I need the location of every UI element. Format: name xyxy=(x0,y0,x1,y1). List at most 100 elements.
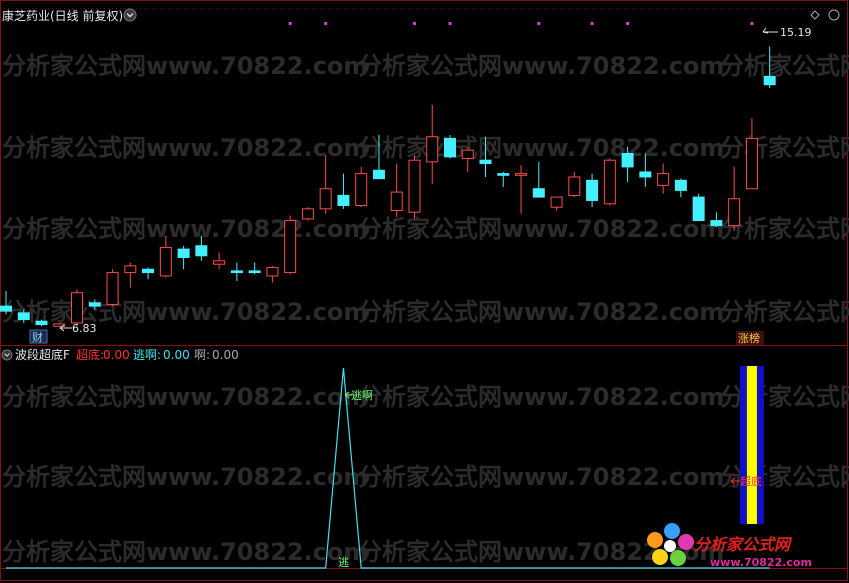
high-price-label: 15.19 xyxy=(780,26,812,39)
candle xyxy=(301,207,314,221)
candle-body xyxy=(603,159,616,205)
site-logo: 分析家公式网 www.70822.com xyxy=(647,523,812,569)
candle-body xyxy=(0,305,12,312)
cai-badge[interactable]: 财 xyxy=(29,329,48,344)
candle xyxy=(603,158,616,206)
watermark: 分析家公式网www.70822.com xyxy=(358,298,724,326)
event-marker-dot xyxy=(412,22,416,25)
escape-bottom-label: 逃 xyxy=(338,556,349,569)
event-markers xyxy=(288,22,754,25)
candle xyxy=(657,163,670,194)
watermark: 分析家公式网www.70822.com xyxy=(2,298,368,326)
candle xyxy=(586,173,599,208)
cai-badge-text: 财 xyxy=(32,330,43,344)
candle xyxy=(53,322,66,327)
candle xyxy=(284,215,297,275)
candle-body xyxy=(408,159,421,213)
candle xyxy=(408,155,421,219)
candle-body xyxy=(532,188,545,198)
candle-body xyxy=(444,137,456,158)
legend-chaodi-label: 超底: xyxy=(76,347,104,362)
candle xyxy=(248,262,261,275)
candle xyxy=(71,289,84,327)
candle xyxy=(550,196,563,211)
candle xyxy=(124,262,137,288)
watermark: 分析家公式网www.70822.com xyxy=(720,383,849,411)
chaodi-label: 超底 xyxy=(740,474,762,488)
candle xyxy=(106,269,119,307)
candle xyxy=(355,166,368,208)
candle-body xyxy=(301,208,314,220)
event-marker-dot xyxy=(324,22,328,25)
event-marker-dot xyxy=(626,22,630,25)
low-price-label: 6.83 xyxy=(72,322,97,335)
watermark: 分析家公式网www.70822.com xyxy=(358,383,724,411)
candle-body xyxy=(692,196,705,222)
chart-frame xyxy=(0,0,848,581)
event-marker-dot xyxy=(537,22,541,25)
candle xyxy=(177,245,190,270)
candle-body xyxy=(745,137,758,190)
watermark: 分析家公式网www.70822.com xyxy=(358,463,724,491)
legend-a-label: 啊: xyxy=(194,348,210,362)
candle xyxy=(319,155,332,214)
legend-a-value: 0.00 xyxy=(212,348,239,362)
candle-body xyxy=(355,173,368,206)
candle xyxy=(230,262,243,281)
watermark: 分析家公式网www.70822.com xyxy=(720,298,849,326)
candlestick-series xyxy=(0,46,776,327)
candle xyxy=(515,165,528,214)
candle-body xyxy=(248,270,261,274)
zhangbang-badge-text: 涨榜 xyxy=(738,331,760,345)
watermark: 分析家公式网www.70822.com xyxy=(720,134,849,162)
candle-body xyxy=(479,159,492,165)
candle-body xyxy=(372,169,385,180)
watermark: 分析家公式网www.70822.com xyxy=(720,52,849,80)
candle-body xyxy=(461,149,474,160)
logo-url: www.70822.com xyxy=(710,556,812,569)
window-controls[interactable] xyxy=(810,9,840,21)
candle-body xyxy=(710,220,723,227)
watermark-layer: 分析家公式网www.70822.com 分析家公式网www.70822.com … xyxy=(2,52,849,566)
candle xyxy=(213,252,226,270)
candle xyxy=(568,171,581,198)
candle-body xyxy=(497,173,510,176)
candle-body xyxy=(639,171,652,178)
candle xyxy=(444,135,456,159)
stock-chart: 分析家公式网www.70822.com 分析家公式网www.70822.com … xyxy=(0,0,849,581)
candle-body xyxy=(213,260,226,265)
candle xyxy=(266,265,279,283)
event-marker-dot xyxy=(750,22,754,25)
candle xyxy=(337,173,350,209)
candle-body xyxy=(124,265,137,274)
event-marker-dot xyxy=(448,22,452,25)
stock-title: 康芝药业(日线 前复权) xyxy=(2,8,123,23)
candle-body xyxy=(657,173,670,186)
candle xyxy=(497,171,510,188)
candle-body xyxy=(195,245,208,257)
candle-body xyxy=(621,152,634,168)
candle-body xyxy=(159,246,172,277)
candle-body xyxy=(763,75,776,86)
candle-body xyxy=(106,272,119,305)
legend-escape-value: 0.00 xyxy=(163,348,190,362)
candle-body xyxy=(142,268,155,274)
candle xyxy=(390,163,403,218)
candle-body xyxy=(88,302,101,307)
candle-body xyxy=(550,196,563,208)
indicator-name: 波段超底F xyxy=(15,347,70,362)
candle-body xyxy=(674,179,687,191)
indicator-menu-icon[interactable] xyxy=(1,349,13,361)
legend-escape-label: 逃啊: xyxy=(133,348,161,362)
candle-body xyxy=(35,320,48,326)
candle-body xyxy=(586,179,599,201)
watermark: 分析家公式网www.70822.com xyxy=(2,134,368,162)
zhangbang-badge[interactable]: 涨榜 xyxy=(736,331,764,345)
chevron-down-icon[interactable] xyxy=(123,8,137,22)
candle-body xyxy=(71,292,84,324)
candle-body xyxy=(337,194,350,206)
candle-body xyxy=(568,176,581,196)
escape-peak-label: 逃啊 xyxy=(351,389,373,402)
watermark: 分析家公式网www.70822.com xyxy=(358,215,724,243)
candle-body xyxy=(426,136,439,163)
